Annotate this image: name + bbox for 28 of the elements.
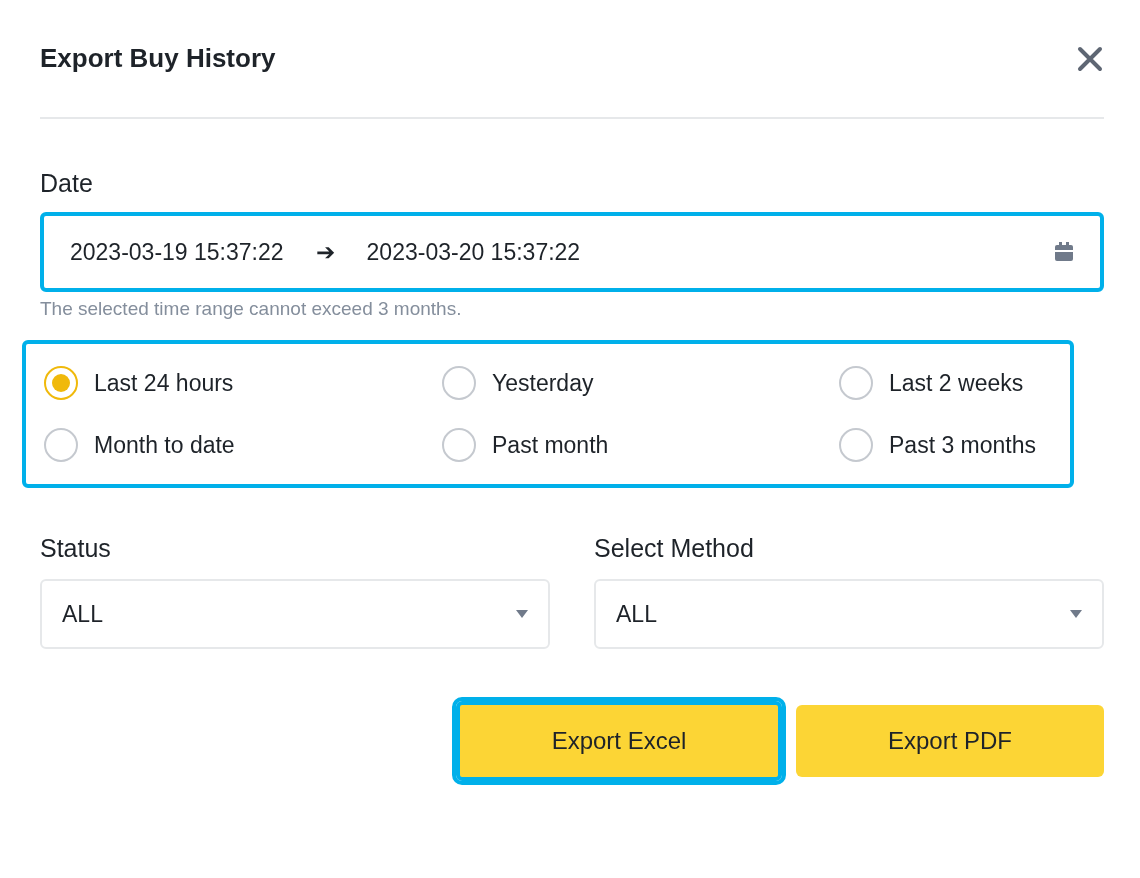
radio-option[interactable]: Last 24 hours: [44, 366, 234, 400]
field-label: Date: [40, 169, 93, 198]
radio-button[interactable]: [44, 366, 78, 400]
field-label: Select Method: [594, 534, 754, 563]
radio-option[interactable]: Past 3 months: [839, 428, 1037, 462]
export-button[interactable]: Export PDF: [796, 705, 1104, 777]
radio-button[interactable]: [442, 366, 476, 400]
hint-text: The selected time range cannot exceed 3 months.: [40, 298, 462, 320]
caret-icon: [1070, 610, 1082, 618]
close-icon[interactable]: [1076, 44, 1104, 73]
dropdown[interactable]: ALL: [594, 579, 1104, 649]
calendar-icon[interactable]: [1054, 242, 1074, 262]
radio-button[interactable]: [839, 428, 873, 462]
dropdown[interactable]: ALL: [40, 579, 550, 649]
dialog-title: Export Buy History: [40, 43, 276, 74]
date-range-field[interactable]: 2023-03-19 15:37:22 ➔ 2023-03-20 15:37:22: [40, 212, 1104, 292]
radio-option[interactable]: Yesterday: [442, 366, 594, 400]
arrow-text: ➔: [315, 238, 335, 266]
caret-icon: [516, 610, 528, 618]
radio-button[interactable]: [442, 428, 476, 462]
radio-option[interactable]: Past month: [442, 428, 609, 462]
end-date: 2023-03-20 15:37:22: [366, 238, 581, 266]
field-label: Status: [40, 534, 111, 563]
radio-option[interactable]: Month to date: [44, 428, 235, 462]
radio-button[interactable]: [44, 428, 78, 462]
start-date: 2023-03-19 15:37:22: [70, 238, 284, 266]
radio-button[interactable]: [839, 366, 873, 400]
radio-option[interactable]: Last 2 weeks: [839, 366, 1024, 400]
